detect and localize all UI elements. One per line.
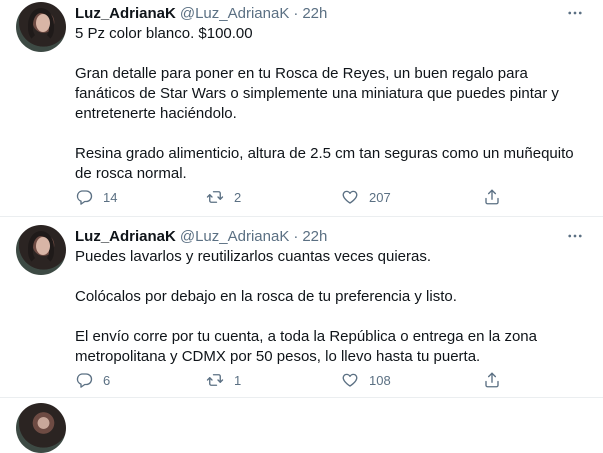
timestamp[interactable]: 22h [302,5,327,22]
retweet-icon [206,191,224,203]
tweet-paragraph: Gran detalle para poner en tu Rosca de R… [75,65,559,122]
more-options-button[interactable] [565,226,585,246]
reply-count: 14 [103,189,118,205]
avatar[interactable] [16,225,66,275]
like-button[interactable]: 207 [341,187,391,207]
display-name[interactable]: Luz_AdrianaK [75,5,176,22]
reply-button[interactable]: 14 [75,187,117,207]
more-icon [568,234,582,238]
avatar-face [36,14,50,32]
timestamp[interactable]: 22h [302,228,327,245]
tweet-paragraph: Puedes lavarlos y reutilizarlos cuantas … [75,248,432,265]
retweet-count: 1 [234,372,242,388]
reply-button[interactable]: 6 [75,370,110,390]
like-button[interactable]: 108 [341,370,391,390]
retweet-button[interactable]: 2 [206,187,241,207]
tweet-paragraph: Colócalos por debajo en la rosca de tu p… [75,288,457,305]
separator-dot: · [293,4,299,22]
share-button[interactable] [483,187,501,207]
avatar[interactable] [16,403,66,453]
retweet-icon [206,374,224,386]
avatar[interactable] [16,2,66,52]
retweet-button[interactable]: 1 [206,370,241,390]
retweet-count: 2 [234,189,242,205]
tweet-text: Puedes lavarlos y reutilizarlos cuantas … [75,247,590,367]
tweet-actions: 14 2 207 [75,187,515,207]
share-icon [485,372,499,388]
separator-dot: · [293,227,299,245]
tweet-paragraph: Resina grado alimenticio, altura de 2.5 … [75,145,574,182]
share-button[interactable] [483,370,501,390]
tweet[interactable]: Luz_AdrianaK @Luz_AdrianaK · 22h Puedes … [0,217,603,398]
more-icon [568,11,582,15]
user-handle[interactable]: @Luz_AdrianaK [180,5,289,22]
more-options-button[interactable] [565,3,585,23]
tweet-header: Luz_AdrianaK @Luz_AdrianaK · 22h [75,3,327,23]
share-icon [485,189,499,205]
tweet[interactable]: Luz_AdrianaK @Luz_AdrianaK · 22h 5 Pz co… [0,0,603,217]
user-handle[interactable]: @Luz_AdrianaK [180,228,289,245]
tweet-actions: 6 1 108 [75,370,515,390]
reply-icon [76,190,93,205]
display-name[interactable]: Luz_AdrianaK [75,228,176,245]
tweet-text: 5 Pz color blanco. $100.00 Gran detalle … [75,24,590,184]
like-icon [342,373,358,387]
avatar-face [36,237,50,255]
tweet-header: Luz_AdrianaK @Luz_AdrianaK · 22h [75,226,327,246]
like-count: 207 [369,189,391,205]
reply-count: 6 [103,372,111,388]
like-icon [342,190,358,204]
reply-icon [76,373,93,388]
tweet-paragraph: 5 Pz color blanco. $100.00 [75,25,253,42]
like-count: 108 [369,372,391,388]
tweet-paragraph: El envío corre por tu cuenta, a toda la … [75,328,537,365]
